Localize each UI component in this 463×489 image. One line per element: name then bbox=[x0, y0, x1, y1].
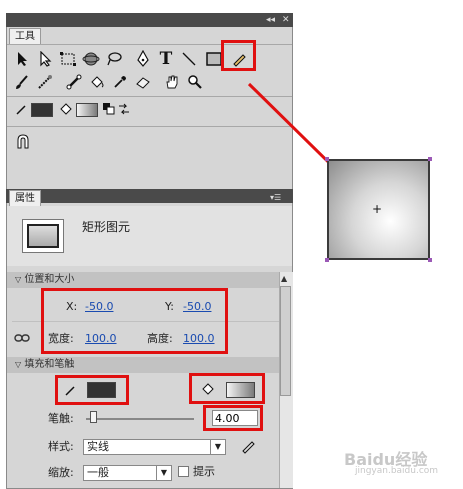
corner-handle bbox=[325, 157, 329, 161]
watermark-sub: jingyan.baidu.com bbox=[355, 466, 439, 476]
corner-handle bbox=[325, 258, 329, 262]
corner-handle bbox=[428, 258, 432, 262]
corner-handle bbox=[428, 157, 432, 161]
crosshair-icon: + bbox=[372, 202, 383, 216]
